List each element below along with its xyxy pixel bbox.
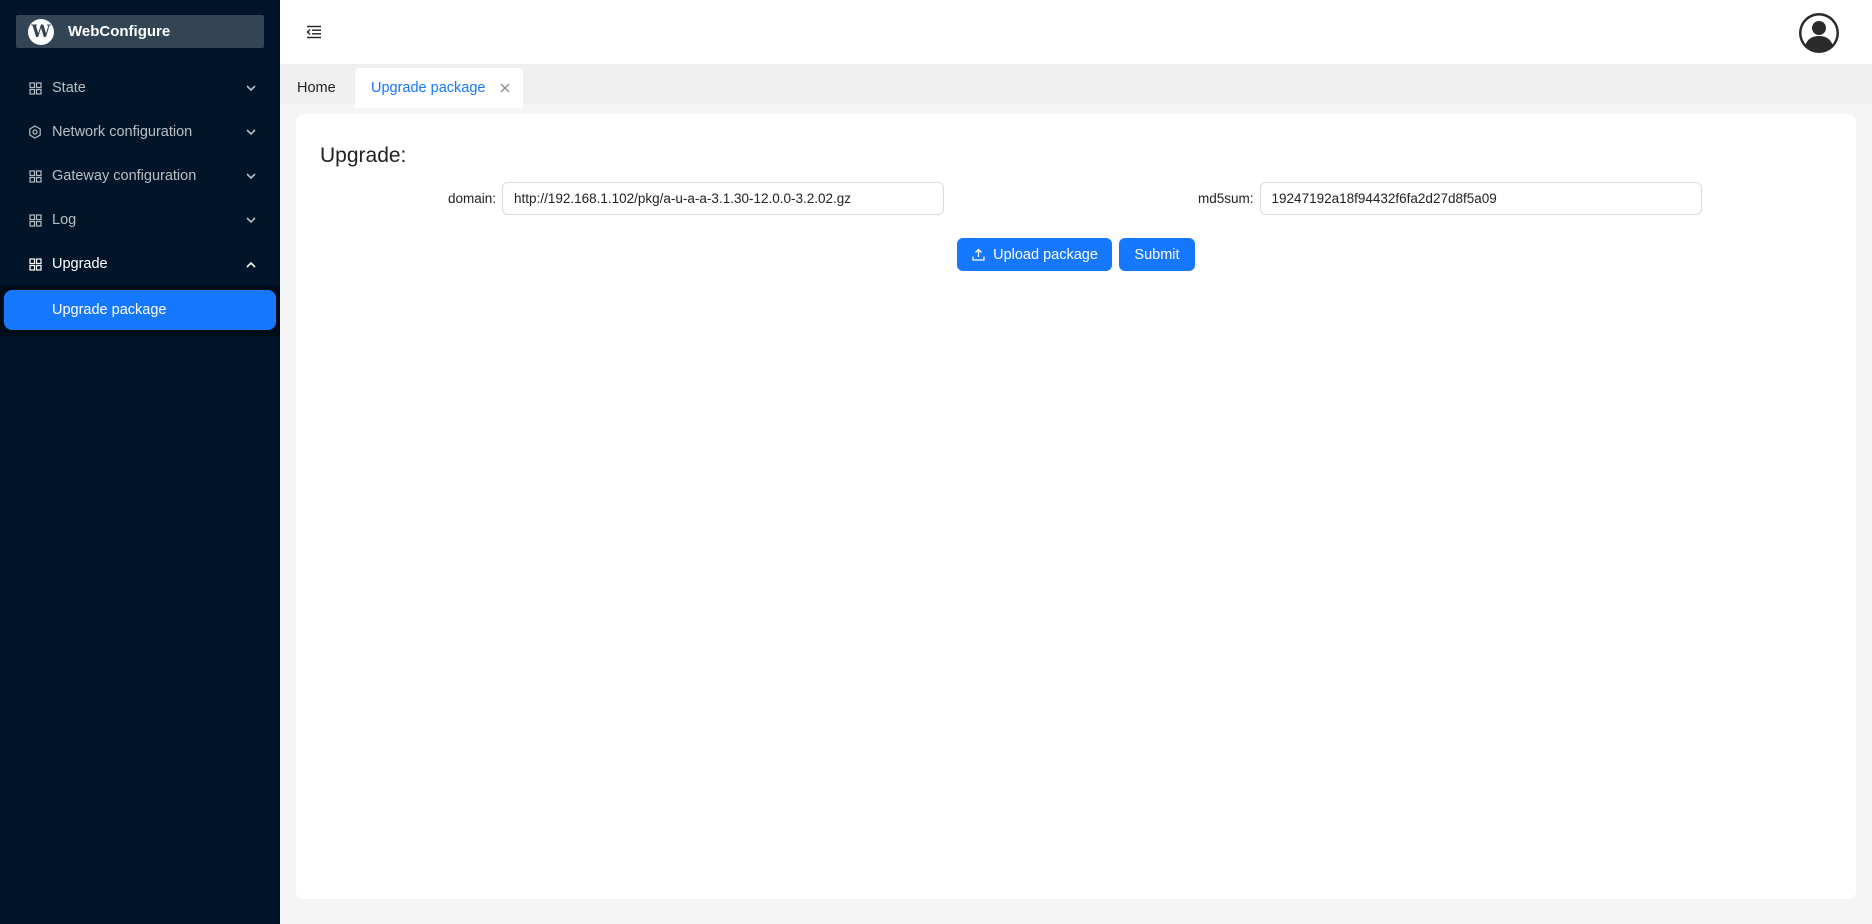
chevron-down-icon bbox=[246, 83, 256, 93]
top-header bbox=[280, 0, 1872, 64]
app-title: WebConfigure bbox=[68, 23, 171, 40]
upload-package-label: Upload package bbox=[993, 246, 1098, 263]
grid-icon bbox=[28, 213, 42, 227]
upload-package-button[interactable]: Upload package bbox=[957, 238, 1112, 271]
wordpress-logo-icon: W bbox=[28, 18, 54, 45]
tab-bar: Home Upgrade package bbox=[280, 64, 1872, 108]
sidebar-item-label: Upgrade bbox=[52, 256, 108, 272]
page-title: Upgrade: bbox=[320, 144, 407, 167]
sidebar-item-label: Network configuration bbox=[52, 124, 193, 140]
sidebar-item-label: Gateway configuration bbox=[52, 168, 197, 184]
sidebar-item-label: State bbox=[52, 80, 86, 96]
domain-label: domain: bbox=[448, 191, 497, 206]
submit-button[interactable]: Submit bbox=[1119, 238, 1195, 271]
sidebar-item-gateway-configuration[interactable]: Gateway configuration bbox=[0, 154, 280, 198]
tab-label: Upgrade package bbox=[371, 80, 486, 96]
close-icon[interactable] bbox=[499, 82, 511, 94]
menu-fold-icon[interactable] bbox=[304, 22, 324, 42]
sidebar-item-state[interactable]: State bbox=[0, 66, 280, 110]
tab-label: Home bbox=[297, 80, 336, 96]
md5sum-form-item: md5sum: bbox=[1198, 182, 1702, 215]
md5sum-label: md5sum: bbox=[1198, 191, 1254, 206]
grid-icon bbox=[28, 81, 42, 95]
grid-icon bbox=[28, 257, 42, 271]
sidebar-item-upgrade-package[interactable]: Upgrade package bbox=[4, 290, 276, 330]
md5sum-input[interactable] bbox=[1259, 182, 1702, 215]
sidebar-item-upgrade[interactable]: Upgrade bbox=[0, 242, 280, 286]
domain-form-item: domain: bbox=[448, 182, 945, 215]
grid-icon bbox=[28, 169, 42, 183]
user-avatar-icon[interactable] bbox=[1798, 12, 1840, 54]
tab-home[interactable]: Home bbox=[280, 68, 353, 108]
chevron-up-icon bbox=[246, 259, 256, 269]
sidebar-item-log[interactable]: Log bbox=[0, 198, 280, 242]
sidebar: W WebConfigure State Network configurati… bbox=[0, 0, 280, 924]
domain-input[interactable] bbox=[502, 182, 945, 215]
logo[interactable]: W WebConfigure bbox=[16, 15, 264, 48]
upload-icon bbox=[971, 248, 985, 262]
chevron-down-icon bbox=[246, 171, 256, 181]
sidebar-menu: State Network configuration Gateway conf… bbox=[0, 66, 280, 336]
chevron-down-icon bbox=[246, 215, 256, 225]
gear-icon bbox=[28, 125, 42, 139]
sidebar-item-label: Log bbox=[52, 212, 77, 228]
sidebar-item-network-configuration[interactable]: Network configuration bbox=[0, 110, 280, 154]
upgrade-submenu: Upgrade package bbox=[0, 286, 280, 336]
tab-upgrade-package[interactable]: Upgrade package bbox=[355, 68, 523, 108]
chevron-down-icon bbox=[246, 127, 256, 137]
main-content: Upgrade: domain: md5sum: Upload package … bbox=[296, 114, 1856, 899]
